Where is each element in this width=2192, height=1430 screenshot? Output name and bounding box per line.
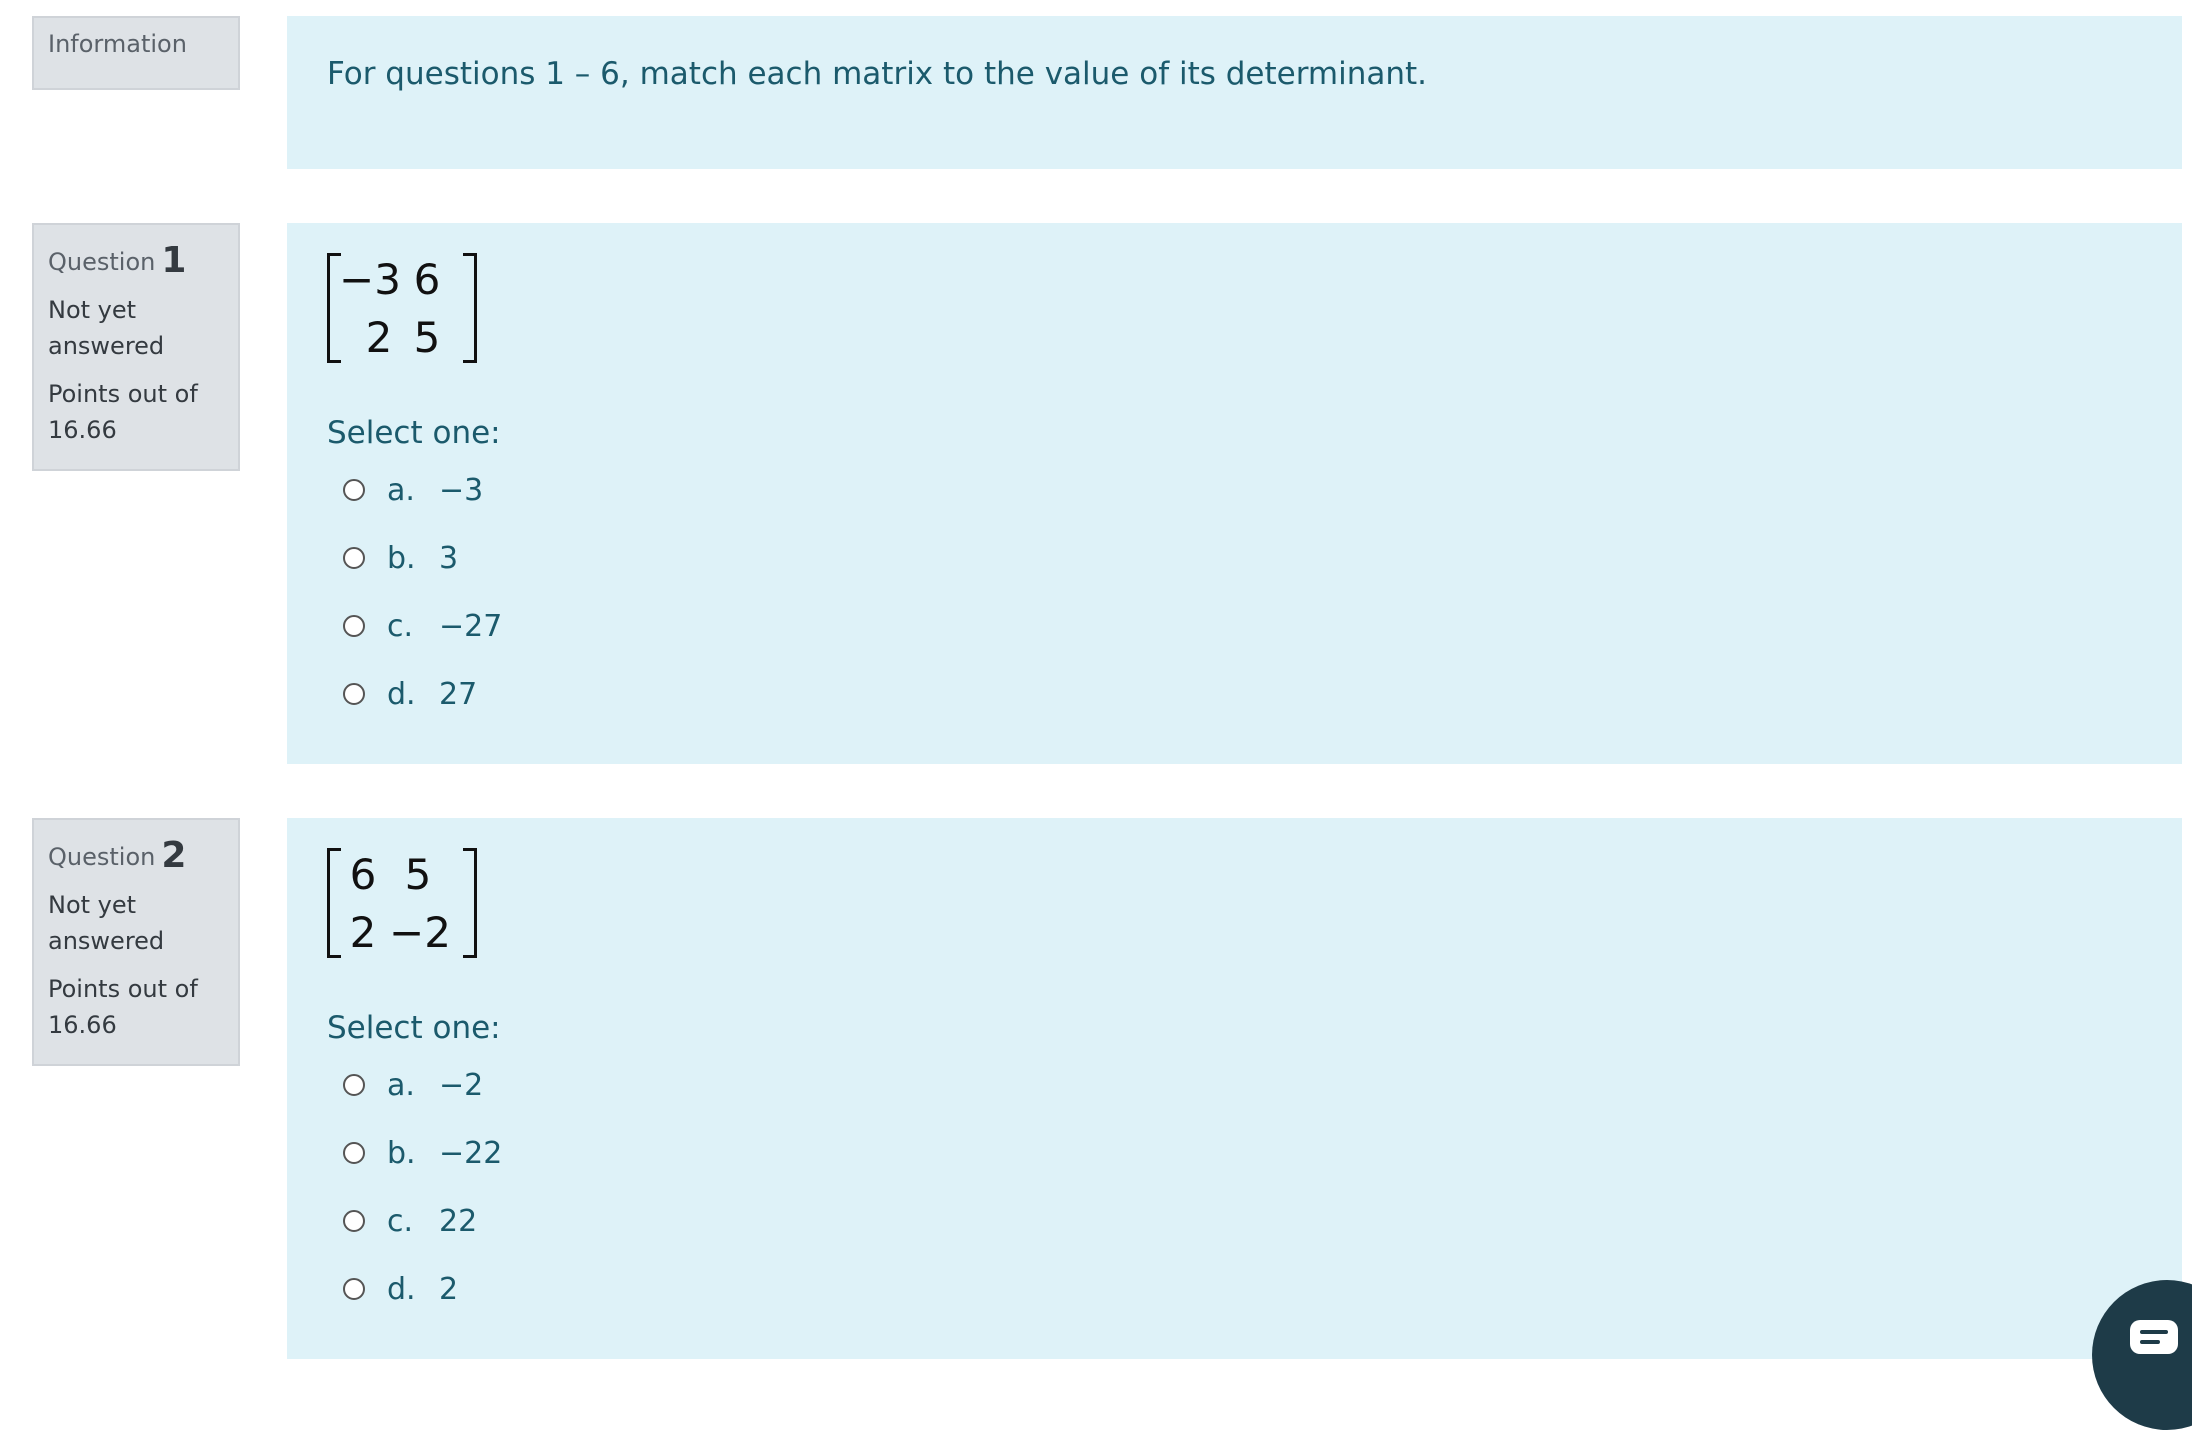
option-value: 27 [439, 676, 478, 712]
option-value: −3 [439, 472, 484, 508]
matrix-cell: 2 [349, 908, 377, 957]
matrix-cell: −3 [339, 255, 401, 304]
chat-bubble-icon [2130, 1320, 2178, 1354]
option-letter: d. [387, 676, 416, 712]
information-content: For questions 1 – 6, match each matrix t… [287, 16, 2182, 169]
option-letter: d. [387, 1271, 416, 1307]
option-letter: c. [387, 608, 414, 644]
option-letter: a. [387, 472, 415, 508]
answer-option-d[interactable]: d. 2 [343, 1269, 458, 1309]
question-2-info: Question 2 Not yet answered Points out of… [32, 818, 240, 1066]
question-grade: Points out of 16.66 [48, 975, 198, 1039]
select-one-prompt: Select one: [327, 1010, 501, 1046]
question-label: Question 1 [48, 240, 187, 281]
option-value: −22 [439, 1135, 503, 1171]
question-2-content: 6 5 2 −2 Select one: a. −2 b. −22 c. 22 … [287, 818, 2182, 1359]
radio-button[interactable] [343, 615, 365, 637]
radio-button[interactable] [343, 683, 365, 705]
option-letter: c. [387, 1203, 414, 1239]
option-letter: b. [387, 540, 416, 576]
answer-option-c[interactable]: c. 22 [343, 1201, 477, 1241]
information-label: Information [48, 30, 187, 58]
question-number: 1 [161, 240, 187, 281]
matrix-cell: −2 [389, 908, 451, 957]
radio-button[interactable] [343, 1142, 365, 1164]
option-value: −2 [439, 1067, 484, 1103]
question-1-info: Question 1 Not yet answered Points out of… [32, 223, 240, 471]
answer-option-a[interactable]: a. −3 [343, 470, 483, 510]
option-value: −27 [439, 608, 503, 644]
matrix-cell: 6 [349, 850, 377, 899]
question-state: Not yet answered [48, 891, 165, 955]
radio-button[interactable] [343, 1074, 365, 1096]
matrix-cell: 5 [404, 850, 432, 899]
answer-option-b[interactable]: b. −22 [343, 1133, 502, 1173]
option-letter: b. [387, 1135, 416, 1171]
option-value: 3 [439, 540, 459, 576]
radio-button[interactable] [343, 547, 365, 569]
matrix-cell: 6 [413, 255, 441, 304]
question-1-matrix: −3 6 2 5 [327, 253, 477, 363]
radio-button[interactable] [343, 1210, 365, 1232]
option-value: 22 [439, 1203, 478, 1239]
radio-button[interactable] [343, 1278, 365, 1300]
answer-option-a[interactable]: a. −2 [343, 1065, 483, 1105]
select-one-prompt: Select one: [327, 415, 501, 451]
question-grade: Points out of 16.66 [48, 380, 198, 444]
question-state: Not yet answered [48, 296, 165, 360]
option-letter: a. [387, 1067, 415, 1103]
option-value: 2 [439, 1271, 459, 1307]
question-2-matrix: 6 5 2 −2 [327, 848, 477, 958]
answer-option-d[interactable]: d. 27 [343, 674, 477, 714]
right-bracket [463, 253, 477, 363]
information-sidebar: Information [32, 16, 240, 90]
right-bracket [463, 848, 477, 958]
question-number: 2 [161, 835, 187, 876]
answer-option-c[interactable]: c. −27 [343, 606, 502, 646]
radio-button[interactable] [343, 479, 365, 501]
information-text: For questions 1 – 6, match each matrix t… [327, 56, 1428, 92]
matrix-cell: 5 [413, 313, 441, 362]
question-label: Question 2 [48, 835, 187, 876]
answer-option-b[interactable]: b. 3 [343, 538, 458, 578]
question-1-content: −3 6 2 5 Select one: a. −3 b. 3 c. −27 d… [287, 223, 2182, 764]
